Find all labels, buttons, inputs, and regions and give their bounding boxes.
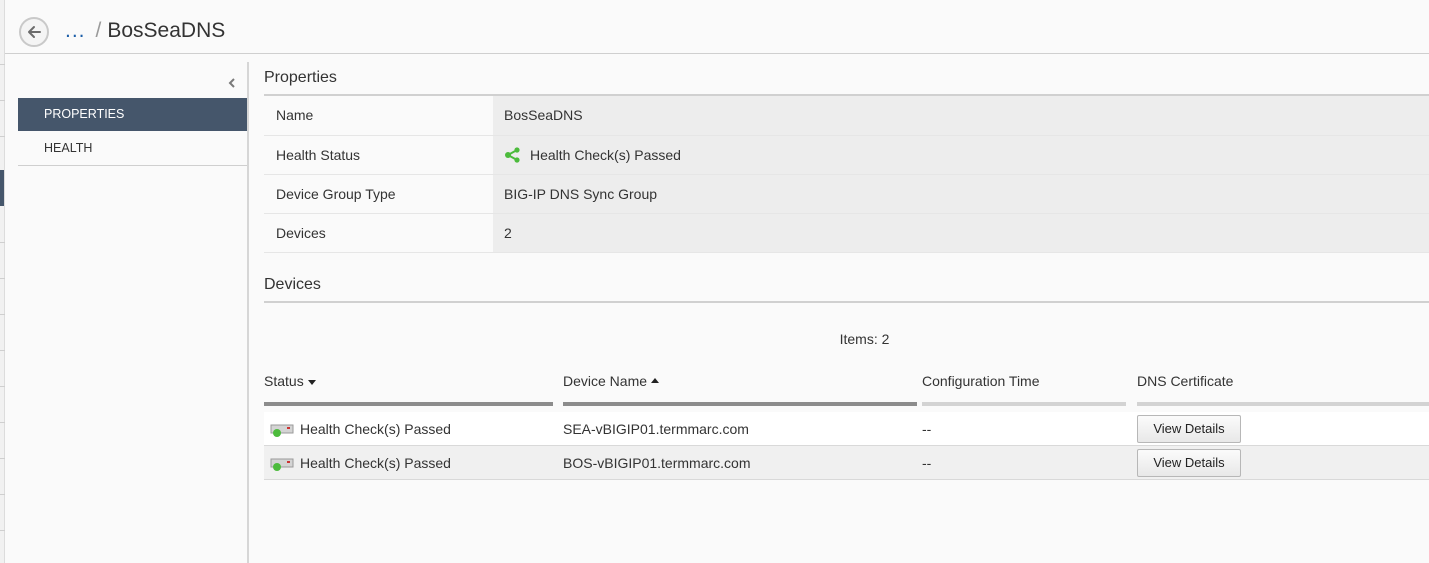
table-row[interactable]: Health Check(s) Passed SEA-vBIGIP01.term… (264, 411, 1429, 446)
configuration-time-cell: -- (922, 420, 932, 437)
property-value: Health Check(s) Passed (493, 135, 1429, 175)
devices-section-title: Devices (264, 269, 1429, 303)
back-button[interactable] (19, 17, 49, 47)
devices-grid-header: Status Device Name Configuration Time DN… (264, 366, 1429, 406)
device-health-icon (270, 458, 294, 471)
status-text: Health Check(s) Passed (300, 420, 451, 437)
sort-ascending-icon (651, 377, 660, 383)
properties-table: Name BosSeaDNS Health Status Health Chec… (264, 96, 1429, 253)
edge-tick (0, 494, 5, 495)
property-row: Health Status Health Check(s) Passed (264, 135, 1429, 175)
column-header-label: Configuration Time (922, 372, 1040, 389)
edge-tick (0, 64, 5, 65)
breadcrumb: ... / BosSeaDNS (65, 19, 225, 43)
edge-tick (0, 278, 5, 279)
breadcrumb-more-link[interactable]: ... (65, 19, 86, 42)
page-header: ... / BosSeaDNS (5, 4, 1429, 54)
status-cell: Health Check(s) Passed (264, 446, 451, 480)
items-count: Items: 2 (839, 330, 890, 347)
property-row: Device Group Type BIG-IP DNS Sync Group (264, 174, 1429, 214)
property-label: Device Group Type (264, 174, 493, 214)
health-network-icon (505, 146, 520, 163)
column-header-bar (563, 401, 917, 406)
property-value: 2 (493, 213, 1429, 253)
device-name-cell: BOS-vBIGIP01.termmarc.com (563, 454, 751, 471)
sidebar-item-properties[interactable]: PROPERTIES (18, 98, 247, 131)
table-row[interactable]: Health Check(s) Passed BOS-vBIGIP01.term… (264, 445, 1429, 480)
edge-selection-marker (0, 170, 4, 206)
edge-tick (0, 136, 5, 137)
property-label: Name (264, 96, 493, 136)
edge-tick (0, 314, 5, 315)
breadcrumb-separator: / (95, 19, 102, 42)
view-details-button[interactable]: View Details (1137, 414, 1241, 443)
page-title: BosSeaDNS (107, 19, 226, 42)
sidebar: PROPERTIES HEALTH (18, 62, 249, 563)
edge-tick (0, 350, 5, 351)
view-details-button[interactable]: View Details (1137, 448, 1241, 477)
window-edge-strip (0, 0, 5, 563)
column-header-bar (264, 401, 553, 406)
edge-tick (0, 458, 5, 459)
column-header-label: DNS Certificate (1137, 372, 1234, 389)
main-content: Properties Name BosSeaDNS Health Status … (264, 62, 1429, 480)
collapse-sidebar-button[interactable] (225, 76, 239, 90)
sort-descending-icon (307, 379, 316, 385)
column-header-bar (1137, 401, 1429, 406)
property-row: Name BosSeaDNS (264, 96, 1429, 136)
column-header-status[interactable]: Status (264, 366, 553, 406)
health-status-text: Health Check(s) Passed (530, 146, 681, 163)
property-row: Devices 2 (264, 213, 1429, 253)
properties-section-title: Properties (264, 62, 1429, 96)
sidebar-nav: PROPERTIES HEALTH (18, 98, 247, 166)
column-header-device-name[interactable]: Device Name (563, 366, 917, 406)
status-cell: Health Check(s) Passed (264, 412, 451, 446)
column-header-label: Status (264, 372, 304, 389)
property-value: BIG-IP DNS Sync Group (493, 174, 1429, 214)
edge-tick (0, 530, 5, 531)
device-health-icon (270, 424, 294, 437)
column-header-label: Device Name (563, 372, 648, 389)
property-label: Health Status (264, 135, 493, 175)
status-text: Health Check(s) Passed (300, 454, 451, 471)
configuration-time-cell: -- (922, 454, 932, 471)
edge-tick (0, 422, 5, 423)
arrow-left-icon (28, 26, 41, 38)
property-value: BosSeaDNS (493, 96, 1429, 136)
edge-tick (0, 100, 5, 101)
edge-tick (0, 386, 5, 387)
device-name-cell: SEA-vBIGIP01.termmarc.com (563, 420, 749, 437)
chevron-left-icon (228, 78, 235, 88)
property-label: Devices (264, 213, 493, 253)
edge-tick (0, 242, 5, 243)
sidebar-item-health[interactable]: HEALTH (18, 131, 247, 166)
column-header-bar (922, 401, 1126, 406)
column-header-configuration-time[interactable]: Configuration Time (922, 366, 1126, 406)
column-header-dns-certificate[interactable]: DNS Certificate (1137, 366, 1429, 406)
